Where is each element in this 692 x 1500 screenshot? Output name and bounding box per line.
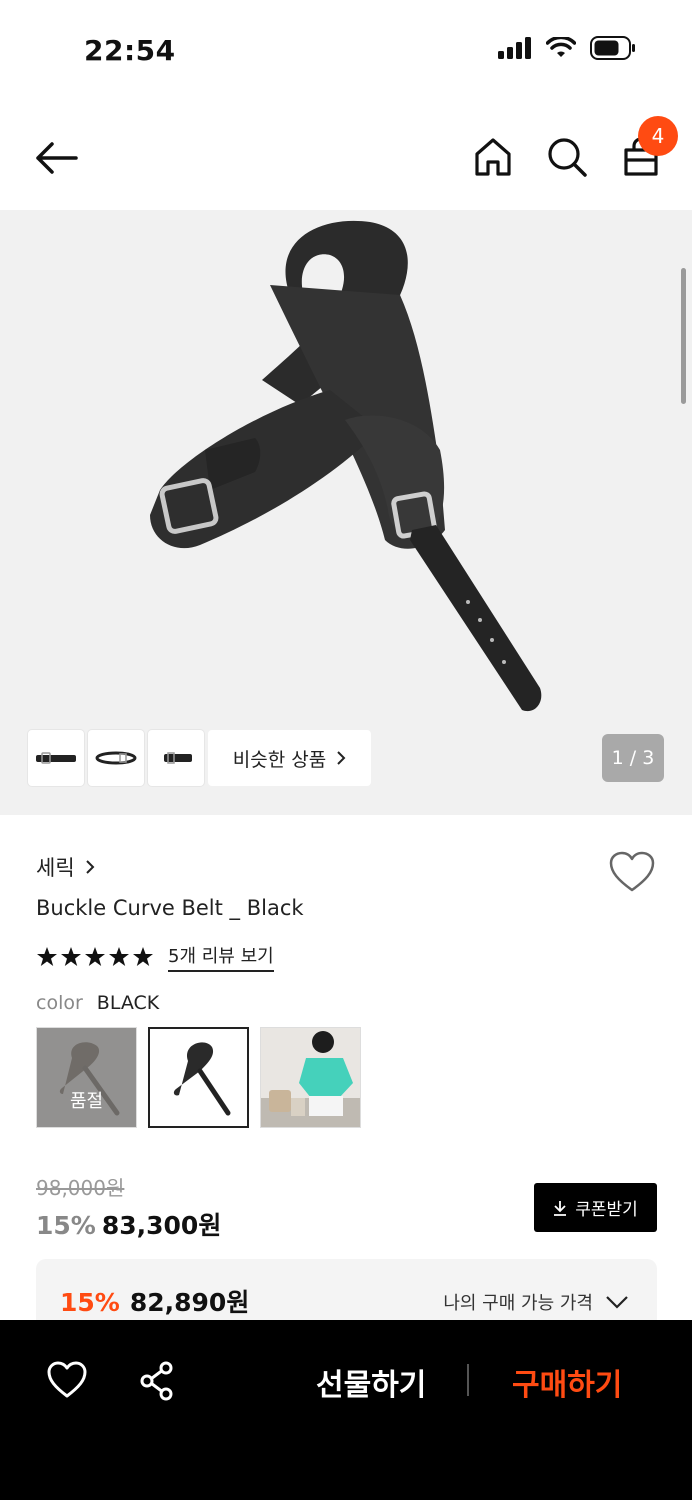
buy-button[interactable]: 구매하기 <box>512 1360 622 1404</box>
thumbnail-belt-image <box>164 752 192 764</box>
soldout-label: 품절 <box>69 1091 104 1112</box>
brand-link[interactable]: 세릭 <box>36 852 95 882</box>
best-price-label: 나의 구매 가능 가격 <box>443 1293 593 1314</box>
color-swatch-black[interactable] <box>148 1027 249 1128</box>
review-link[interactable]: 5개 리뷰 보기 <box>168 942 274 972</box>
similar-products-button[interactable]: 비슷한 상품 <box>208 730 371 786</box>
color-row: color BLACK <box>36 992 159 1014</box>
thumbnail-belt-image <box>95 751 137 765</box>
best-price: 82,890원 <box>129 1288 250 1317</box>
heart-icon <box>609 851 655 892</box>
color-value: BLACK <box>96 992 160 1014</box>
thumbnail-2[interactable] <box>88 730 144 786</box>
chevron-right-icon <box>85 860 95 874</box>
rating-row: 5개 리뷰 보기 <box>36 942 274 972</box>
wifi-icon <box>546 37 576 57</box>
star-rating-icon <box>37 947 153 966</box>
discount-percent: 15% <box>36 1211 96 1240</box>
heart-icon <box>47 1361 87 1398</box>
chevron-right-icon <box>337 751 346 765</box>
product-image <box>150 220 542 712</box>
home-icon <box>475 138 511 176</box>
top-nav <box>0 100 692 210</box>
search-button[interactable] <box>544 134 590 180</box>
coupon-button[interactable]: 쿠폰받기 <box>534 1183 657 1232</box>
back-arrow-icon <box>36 142 78 174</box>
product-gallery[interactable]: 비슷한 상품 1 / 3 <box>0 210 692 815</box>
gift-button[interactable]: 선물하기 <box>316 1360 426 1404</box>
back-button[interactable] <box>30 136 82 180</box>
wishlist-button[interactable] <box>608 850 656 894</box>
action-divider <box>467 1364 469 1396</box>
thumbnail-belt-image <box>36 752 76 764</box>
page-indicator: 1 / 3 <box>602 734 664 782</box>
best-discount-percent: 15% <box>60 1288 120 1317</box>
battery-icon <box>590 36 635 60</box>
thumbnail-3[interactable] <box>148 730 204 786</box>
color-swatch-model[interactable] <box>260 1027 361 1128</box>
chevron-down-icon <box>606 1296 628 1309</box>
gallery-scrollbar[interactable] <box>681 268 686 404</box>
sale-price-row: 15% 83,300원 <box>36 1206 221 1242</box>
bottom-wishlist-button[interactable] <box>46 1360 88 1400</box>
brand-name: 세릭 <box>36 856 75 880</box>
similar-products-label: 비슷한 상품 <box>232 748 327 771</box>
share-icon <box>140 1361 173 1401</box>
product-title: Buckle Curve Belt _ Black <box>36 896 304 920</box>
share-button[interactable] <box>136 1360 178 1402</box>
best-price-row: 15% 82,890원 <box>60 1283 249 1319</box>
status-icons <box>498 36 636 60</box>
sale-price: 83,300원 <box>101 1211 222 1240</box>
color-label: color <box>36 992 83 1014</box>
status-bar: 22:54 <box>0 0 692 100</box>
search-icon <box>548 138 587 177</box>
best-price-toggle[interactable]: 나의 구매 가능 가격 <box>443 1289 629 1315</box>
swatch-belt-image <box>150 1029 247 1126</box>
color-swatch-soldout[interactable]: 품절 <box>36 1027 137 1128</box>
swatch-model-image <box>261 1028 360 1127</box>
home-button[interactable] <box>470 134 516 180</box>
signal-icon <box>498 37 531 59</box>
soldout-overlay: 품절 <box>37 1028 136 1127</box>
original-price: 98,000원 <box>36 1176 125 1200</box>
coupon-label: 쿠폰받기 <box>575 1200 638 1220</box>
cart-count-badge: 4 <box>638 116 678 156</box>
bottom-action-bar: 선물하기 구매하기 <box>0 1320 692 1500</box>
download-icon <box>554 1200 567 1216</box>
thumbnail-1[interactable] <box>28 730 84 786</box>
status-time: 22:54 <box>84 34 176 67</box>
